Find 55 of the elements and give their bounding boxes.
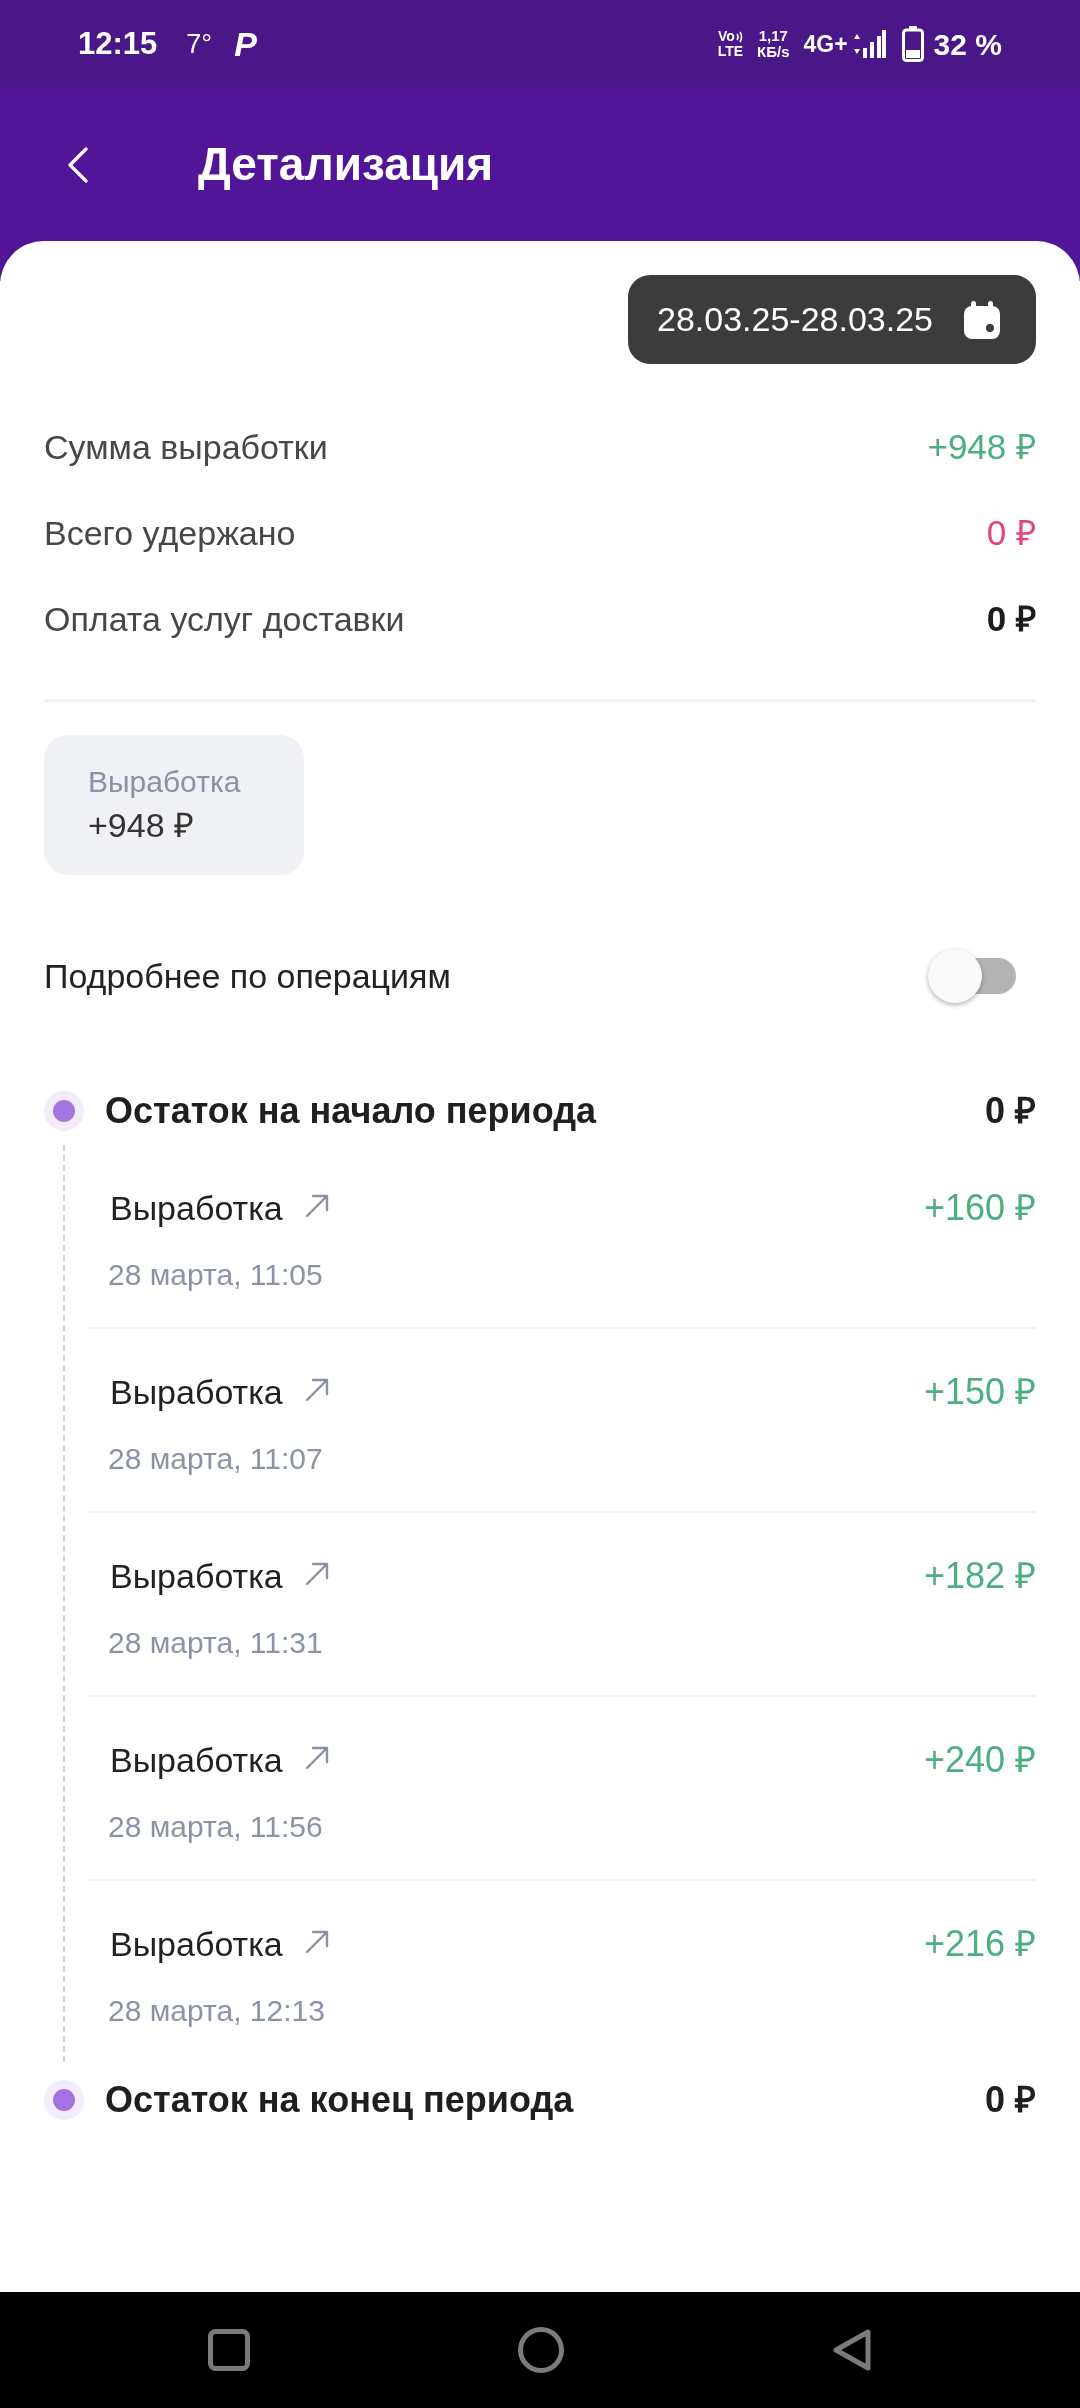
operation-title: Выработка: [110, 1371, 283, 1413]
operation-amount: +182 ₽: [923, 1554, 1036, 1598]
nav-back-icon[interactable]: [832, 2328, 872, 2372]
operation-title: Выработка: [110, 1739, 283, 1781]
operation-amount: +240 ₽: [923, 1738, 1036, 1782]
details-toggle-label: Подробнее по операциям: [44, 955, 451, 997]
operation-amount: +216 ₽: [923, 1922, 1036, 1966]
category-label: Выработка: [88, 764, 242, 800]
calendar-icon: [964, 300, 1000, 339]
arrow-up-right-icon: [304, 1746, 329, 1770]
summary-label: Сумма выработки: [44, 426, 328, 468]
data-speed-unit: КБ/s: [757, 44, 790, 60]
signal-waves-icon: [735, 30, 743, 43]
category-value: +948 ₽: [88, 805, 196, 846]
back-icon: [67, 146, 89, 183]
status-temperature: 7°: [186, 27, 213, 61]
operation-title: Выработка: [110, 1555, 283, 1597]
summary-label: Всего удержано: [44, 512, 296, 554]
summary-value: +948 ₽: [927, 425, 1036, 468]
battery-icon: [901, 26, 924, 62]
operation-date: 28 марта, 11:31: [108, 1624, 323, 1661]
date-range-button[interactable]: 28.03.25-28.03.25: [627, 275, 1036, 364]
operation-amount: +150 ₽: [923, 1370, 1036, 1414]
arrow-up-right-icon: [304, 1378, 329, 1402]
nav-recents-icon[interactable]: [208, 2329, 250, 2371]
operation-title: Выработка: [110, 1923, 283, 1965]
toggle-switch[interactable]: [928, 949, 1016, 1003]
nav-home-icon[interactable]: [518, 2327, 564, 2373]
balance-label: Остаток на начало периода: [105, 1089, 597, 1133]
balance-label: Остаток на конец периода: [105, 2078, 574, 2122]
balance-value: 0 ₽: [984, 2078, 1036, 2122]
network-type: 4G+: [803, 29, 848, 59]
operation-title: Выработка: [110, 1187, 283, 1229]
operation-date: 28 марта, 12:13: [108, 1992, 325, 2029]
arrow-up-right-icon: [304, 1562, 329, 1586]
status-time: 12:15: [78, 24, 158, 63]
operation-date: 28 марта, 11:56: [108, 1808, 323, 1845]
battery-percent: 32 %: [933, 26, 1002, 63]
arrow-up-right-icon: [304, 1930, 329, 1954]
volte-label: Vo: [717, 29, 735, 44]
arrow-up-right-icon: [304, 1194, 329, 1218]
volte-label: LTE: [717, 44, 744, 59]
page-title: Детализация: [198, 137, 494, 192]
timeline-dot-icon: [44, 2080, 84, 2120]
timeline-dot-icon: [44, 1091, 84, 1131]
operation-date: 28 марта, 11:07: [108, 1440, 323, 1477]
balance-value: 0 ₽: [984, 1089, 1036, 1133]
summary-value: 0 ₽: [986, 511, 1036, 554]
cell-signal-icon: [853, 30, 886, 58]
notification-glyph: P: [234, 23, 257, 65]
summary-label: Оплата услуг доставки: [44, 598, 405, 640]
summary-value: 0 ₽: [986, 597, 1036, 640]
operation-amount: +160 ₽: [923, 1186, 1036, 1230]
data-speed-value: 1,17: [758, 28, 788, 44]
operation-date: 28 марта, 11:05: [108, 1256, 323, 1293]
